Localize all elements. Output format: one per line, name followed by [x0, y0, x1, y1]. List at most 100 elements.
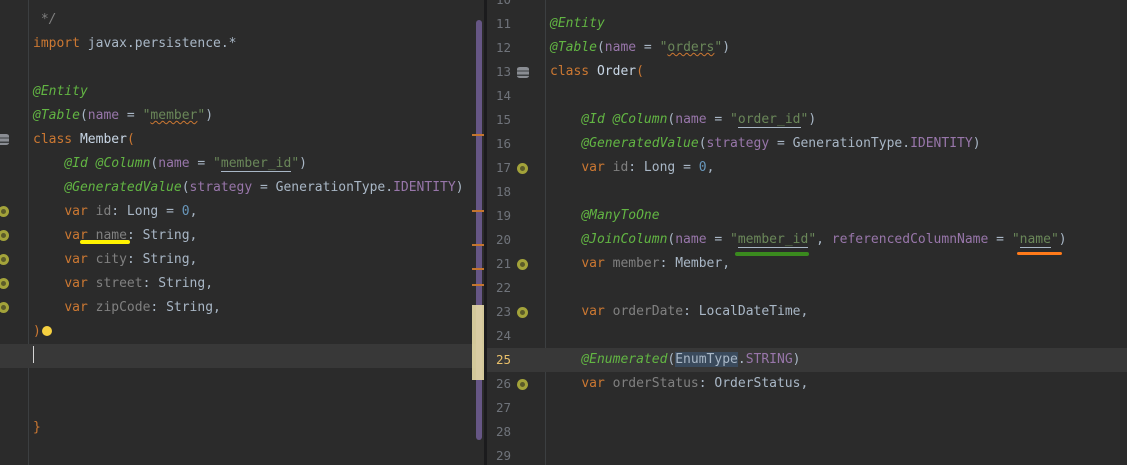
- code-text: var member: Member,: [581, 256, 731, 271]
- line-number[interactable]: 29: [487, 444, 511, 465]
- code-line[interactable]: 22: [487, 276, 1127, 300]
- code-line[interactable]: import javax.persistence.*: [0, 32, 484, 56]
- code-line[interactable]: var id: Long = 0,: [0, 200, 484, 224]
- editor-right[interactable]: 1011 @Entity 12 @Table(name = "orders") 13 cl…: [487, 0, 1127, 465]
- scroll-thumb[interactable]: [472, 305, 484, 380]
- code-line[interactable]: 10: [487, 0, 1127, 12]
- code-text: var city: String,: [64, 252, 198, 267]
- editor-left[interactable]: */ import javax.persistence.* @Entity @Tabl…: [0, 0, 484, 465]
- code-line[interactable]: 18: [487, 180, 1127, 204]
- relation-icon[interactable]: [517, 259, 528, 270]
- code-text: @Entity: [33, 84, 88, 99]
- text-caret: [33, 346, 34, 363]
- code-line[interactable]: [0, 392, 484, 416]
- code-line[interactable]: 24: [487, 324, 1127, 348]
- code-line[interactable]: 19 @ManyToOne: [487, 204, 1127, 228]
- code-text: var id: Long = 0,: [64, 204, 198, 219]
- code-text: @GeneratedValue(strategy = GenerationTyp…: [581, 136, 981, 151]
- code-line[interactable]: 28: [487, 420, 1127, 444]
- code-line[interactable]: 20 @JoinColumn(name = "member_id", refer…: [487, 228, 1127, 252]
- code-line[interactable]: var name: String,: [0, 224, 484, 248]
- code-line[interactable]: 27: [487, 396, 1127, 420]
- code-line[interactable]: var zipCode: String,: [0, 296, 484, 320]
- line-number[interactable]: 26: [487, 372, 511, 396]
- code-line[interactable]: var city: String,: [0, 248, 484, 272]
- line-number[interactable]: 28: [487, 420, 511, 444]
- code-text: ): [33, 324, 41, 339]
- error-stripe-mark: [472, 244, 484, 246]
- code-line[interactable]: 25 @Enumerated(EnumType.STRING): [487, 348, 1127, 372]
- code-text: var orderDate: LocalDateTime,: [581, 304, 809, 319]
- code-text: @Table(name = "member"): [33, 108, 214, 123]
- code-text: @Enumerated(EnumType.STRING): [581, 352, 801, 367]
- code-line[interactable]: 15 @Id @Column(name = "order_id"): [487, 108, 1127, 132]
- line-number[interactable]: 23: [487, 300, 511, 324]
- code-text: var zipCode: String,: [64, 300, 221, 315]
- code-text: @Id @Column(name = "member_id"): [64, 156, 307, 172]
- property-icon[interactable]: [517, 379, 528, 390]
- code-text: var name: String,: [64, 228, 198, 243]
- line-number[interactable]: 19: [487, 204, 511, 228]
- code-text: @Id @Column(name = "order_id"): [581, 112, 817, 128]
- code-line[interactable]: ): [0, 320, 484, 344]
- database-icon[interactable]: [0, 134, 9, 145]
- code-line[interactable]: [0, 56, 484, 80]
- ide-window: */ import javax.persistence.* @Entity @Tabl…: [0, 0, 1127, 465]
- code-line[interactable]: @GeneratedValue(strategy = GenerationTyp…: [0, 176, 484, 200]
- line-number[interactable]: 25: [487, 348, 511, 372]
- code-line[interactable]: var street: String,: [0, 272, 484, 296]
- code-text: @GeneratedValue(strategy = GenerationTyp…: [64, 180, 464, 195]
- code-text: @Entity: [550, 16, 605, 31]
- line-number[interactable]: 21: [487, 252, 511, 276]
- code-line[interactable]: 16 @GeneratedValue(strategy = Generation…: [487, 132, 1127, 156]
- code-line[interactable]: @Table(name = "member"): [0, 104, 484, 128]
- code-line[interactable]: 14: [487, 84, 1127, 108]
- code-line[interactable]: 12 @Table(name = "orders"): [487, 36, 1127, 60]
- code-line[interactable]: [0, 368, 484, 392]
- line-number[interactable]: 16: [487, 132, 511, 156]
- yellow-highlight-stroke: [80, 240, 130, 244]
- code-text: class Order(: [550, 64, 644, 79]
- code-text: var street: String,: [64, 276, 214, 291]
- code-line[interactable]: [0, 344, 484, 368]
- line-number[interactable]: 12: [487, 36, 511, 60]
- line-number[interactable]: 24: [487, 324, 511, 348]
- code-text: import javax.persistence.*: [33, 36, 237, 51]
- code-line[interactable]: 13 class Order(: [487, 60, 1127, 84]
- code-text: @ManyToOne: [581, 208, 660, 223]
- line-number[interactable]: 10: [487, 0, 511, 12]
- error-stripe-mark: [472, 284, 484, 286]
- code-line[interactable]: 23 var orderDate: LocalDateTime,: [487, 300, 1127, 324]
- code-line[interactable]: 11 @Entity: [487, 12, 1127, 36]
- line-number[interactable]: 14: [487, 84, 511, 108]
- code-text: */: [33, 12, 57, 27]
- line-number[interactable]: 22: [487, 276, 511, 300]
- line-number[interactable]: 18: [487, 180, 511, 204]
- code-text: var orderStatus: OrderStatus,: [581, 376, 809, 391]
- error-stripe-mark: [472, 134, 484, 136]
- code-line[interactable]: @Entity: [0, 80, 484, 104]
- code-text: }: [33, 420, 41, 435]
- property-icon[interactable]: [517, 307, 528, 318]
- code-line[interactable]: 17 var id: Long = 0,: [487, 156, 1127, 180]
- code-text: @Table(name = "orders"): [550, 40, 731, 55]
- property-icon[interactable]: [517, 163, 528, 174]
- code-line[interactable]: 26 var orderStatus: OrderStatus,: [487, 372, 1127, 396]
- line-number[interactable]: 17: [487, 156, 511, 180]
- line-number[interactable]: 20: [487, 228, 511, 252]
- code-line[interactable]: */: [0, 8, 484, 32]
- line-number[interactable]: 27: [487, 396, 511, 420]
- lightbulb-icon[interactable]: [42, 326, 52, 336]
- code-line[interactable]: class Member(: [0, 128, 484, 152]
- line-number[interactable]: 11: [487, 12, 511, 36]
- code-line[interactable]: @Id @Column(name = "member_id"): [0, 152, 484, 176]
- code-text: var id: Long = 0,: [581, 160, 715, 175]
- error-stripe-mark: [472, 268, 484, 270]
- database-icon[interactable]: [517, 67, 529, 78]
- green-highlight-stroke: [735, 252, 809, 256]
- orange-highlight-stroke: [1017, 252, 1062, 255]
- line-number[interactable]: 15: [487, 108, 511, 132]
- code-line[interactable]: }: [0, 416, 484, 440]
- line-number[interactable]: 13: [487, 60, 511, 84]
- code-line[interactable]: 29: [487, 444, 1127, 465]
